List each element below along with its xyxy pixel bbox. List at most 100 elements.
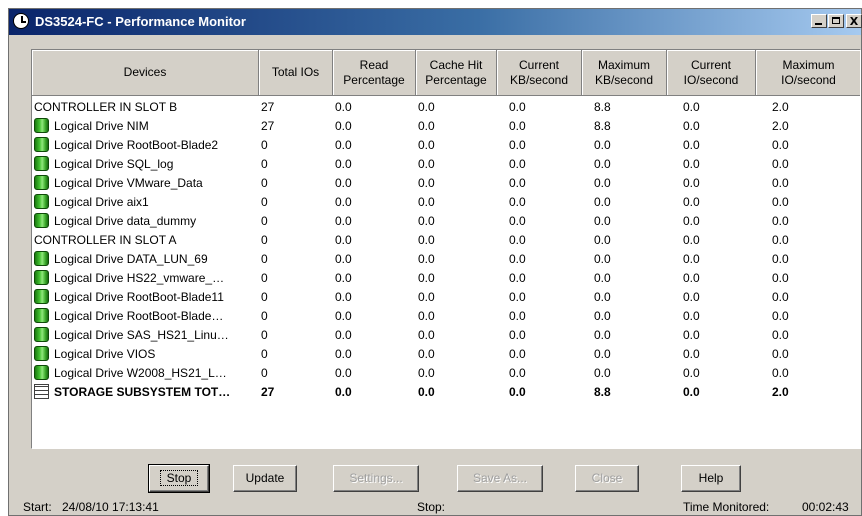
value-cell: 0.0 [418,347,435,361]
value-cell: 0 [261,138,268,152]
value-cell: 0.0 [418,157,435,171]
table-row[interactable]: Logical Drive SAS_HS21_Linu… 0 0.0 0.0 0.0 0.… [32,326,860,345]
value-cell: 0.0 [335,309,352,323]
table-row[interactable]: STORAGE SUBSYSTEM TOT… 27 0.0 0.0 0.0 8.8 0.0 2… [32,383,860,402]
button-label: Close [591,471,623,485]
button-label: Save As... [472,471,528,485]
value-cell: 0.0 [335,271,352,285]
table-row[interactable]: Logical Drive NIM 27 0.0 0.0 0.0 8.8 0.0 2.0 [32,117,860,136]
value-cell: 0.0 [683,271,700,285]
value-cell: 0 [261,328,268,342]
column-header[interactable]: Devices [32,50,259,96]
value-cell: 0.0 [418,176,435,190]
column-header[interactable]: Total IOs [259,50,333,96]
table-row[interactable]: Logical Drive RootBoot-Blade11 0 0.0 0.0 0.0… [32,288,860,307]
update-button[interactable]: Update [233,465,297,492]
column-header[interactable]: Maximum IO/second [756,50,860,96]
column-header[interactable]: Maximum KB/second [582,50,667,96]
table-row[interactable]: Logical Drive VMware_Data 0 0.0 0.0 0.0 0.0 0.… [32,174,860,193]
value-cell: 0.0 [335,214,352,228]
column-header[interactable]: Read Percentage [333,50,416,96]
device-name: Logical Drive DATA_LUN_69 [54,252,208,266]
table-row[interactable]: CONTROLLER IN SLOT B 27 0.0 0.0 0.0 8.8 0.0 2.0 [32,98,860,117]
column-header[interactable]: Current KB/second [497,50,582,96]
stop-button[interactable]: Stop [148,464,210,493]
table-row[interactable]: Logical Drive data_dummy 0 0.0 0.0 0.0 0.0 0.0… [32,212,860,231]
value-cell: 0.0 [594,290,611,304]
device-cell: Logical Drive RootBoot-Blade11 [34,288,256,307]
value-cell: 8.8 [594,119,611,133]
value-cell: 0.0 [418,100,435,114]
column-header[interactable]: Cache Hit Percentage [416,50,497,96]
value-cell: 0.0 [418,233,435,247]
logical-drive-icon [34,118,49,133]
value-cell: 0.0 [509,328,526,342]
save-as-button[interactable]: Save As... [457,465,543,492]
value-cell: 0.0 [509,309,526,323]
table-row[interactable]: Logical Drive SQL_log 0 0.0 0.0 0.0 0.0 0.0 0.0 [32,155,860,174]
value-cell: 0.0 [772,195,789,209]
device-cell: Logical Drive HS22_vmware_… [34,269,256,288]
title-bar[interactable]: DS3524-FC - Performance Monitor X [9,9,862,35]
logical-drive-icon [34,327,49,342]
value-cell: 0.0 [594,233,611,247]
value-cell: 27 [261,385,275,399]
device-name: Logical Drive W2008_HS21_L… [54,366,227,380]
value-cell: 0.0 [772,271,789,285]
table-row[interactable]: Logical Drive RootBoot-Blade… 0 0.0 0.0 0.0 0… [32,307,860,326]
device-cell: Logical Drive NIM [34,117,256,136]
close-button[interactable]: Close [575,465,639,492]
value-cell: 0.0 [772,328,789,342]
close-window-button[interactable]: X [846,14,862,28]
button-label: Update [245,471,285,485]
table-row[interactable]: CONTROLLER IN SLOT A 0 0.0 0.0 0.0 0.0 0.0 0.0 [32,231,860,250]
help-button[interactable]: Help [681,465,741,492]
value-cell: 0.0 [418,290,435,304]
value-cell: 0.0 [335,347,352,361]
table-row[interactable]: Logical Drive RootBoot-Blade2 0 0.0 0.0 0.0 0… [32,136,860,155]
value-cell: 0 [261,195,268,209]
table-row[interactable]: Logical Drive DATA_LUN_69 0 0.0 0.0 0.0 0.0 0.… [32,250,860,269]
value-cell: 8.8 [594,100,611,114]
table-row[interactable]: Logical Drive W2008_HS21_L… 0 0.0 0.0 0.0 0.0… [32,364,860,383]
performance-table[interactable]: Devices Total IOs Read Percentage Cache Hit… [31,49,861,449]
value-cell: 0.0 [683,328,700,342]
value-cell: 0.0 [335,195,352,209]
minimize-button[interactable] [811,14,827,28]
value-cell: 0.0 [683,347,700,361]
close-icon: X [849,15,859,28]
start-time: 24/08/10 17:13:41 [62,500,159,514]
performance-monitor-window: DS3524-FC - Performance Monitor X Device… [8,8,862,516]
window-title: DS3524-FC - Performance Monitor [35,14,246,29]
table-row[interactable]: Logical Drive HS22_vmware_… 0 0.0 0.0 0.0 0.0… [32,269,860,288]
device-cell: Logical Drive RootBoot-Blade2 [34,136,256,155]
value-cell: 0.0 [335,252,352,266]
device-cell: CONTROLLER IN SLOT A [34,231,256,250]
value-cell: 0 [261,290,268,304]
device-name: Logical Drive NIM [54,119,149,133]
button-label: Stop [159,470,199,486]
value-cell: 0 [261,157,268,171]
device-name: Logical Drive RootBoot-Blade11 [54,290,224,304]
value-cell: 0.0 [772,290,789,304]
value-cell: 0.0 [594,271,611,285]
time-monitored-label: Time Monitored: [683,500,770,514]
value-cell: 0.0 [594,366,611,380]
value-cell: 0.0 [418,252,435,266]
value-cell: 0 [261,347,268,361]
settings-button[interactable]: Settings... [333,465,419,492]
column-header[interactable]: Current IO/second [667,50,756,96]
value-cell: 2.0 [772,119,789,133]
logical-drive-icon [34,289,49,304]
button-label: Help [698,471,724,485]
time-monitored-value: 00:02:43 [802,500,849,514]
value-cell: 2.0 [772,385,789,399]
value-cell: 2.0 [772,100,789,114]
maximize-button[interactable] [828,14,844,28]
device-cell: Logical Drive SQL_log [34,155,256,174]
table-row[interactable]: Logical Drive aix1 0 0.0 0.0 0.0 0.0 0.0 0.0 [32,193,860,212]
device-name: Logical Drive data_dummy [54,214,197,228]
start-label: Start: [23,500,52,514]
table-row[interactable]: Logical Drive VIOS 0 0.0 0.0 0.0 0.0 0.0 0.0 [32,345,860,364]
device-name: CONTROLLER IN SLOT B [34,100,178,114]
